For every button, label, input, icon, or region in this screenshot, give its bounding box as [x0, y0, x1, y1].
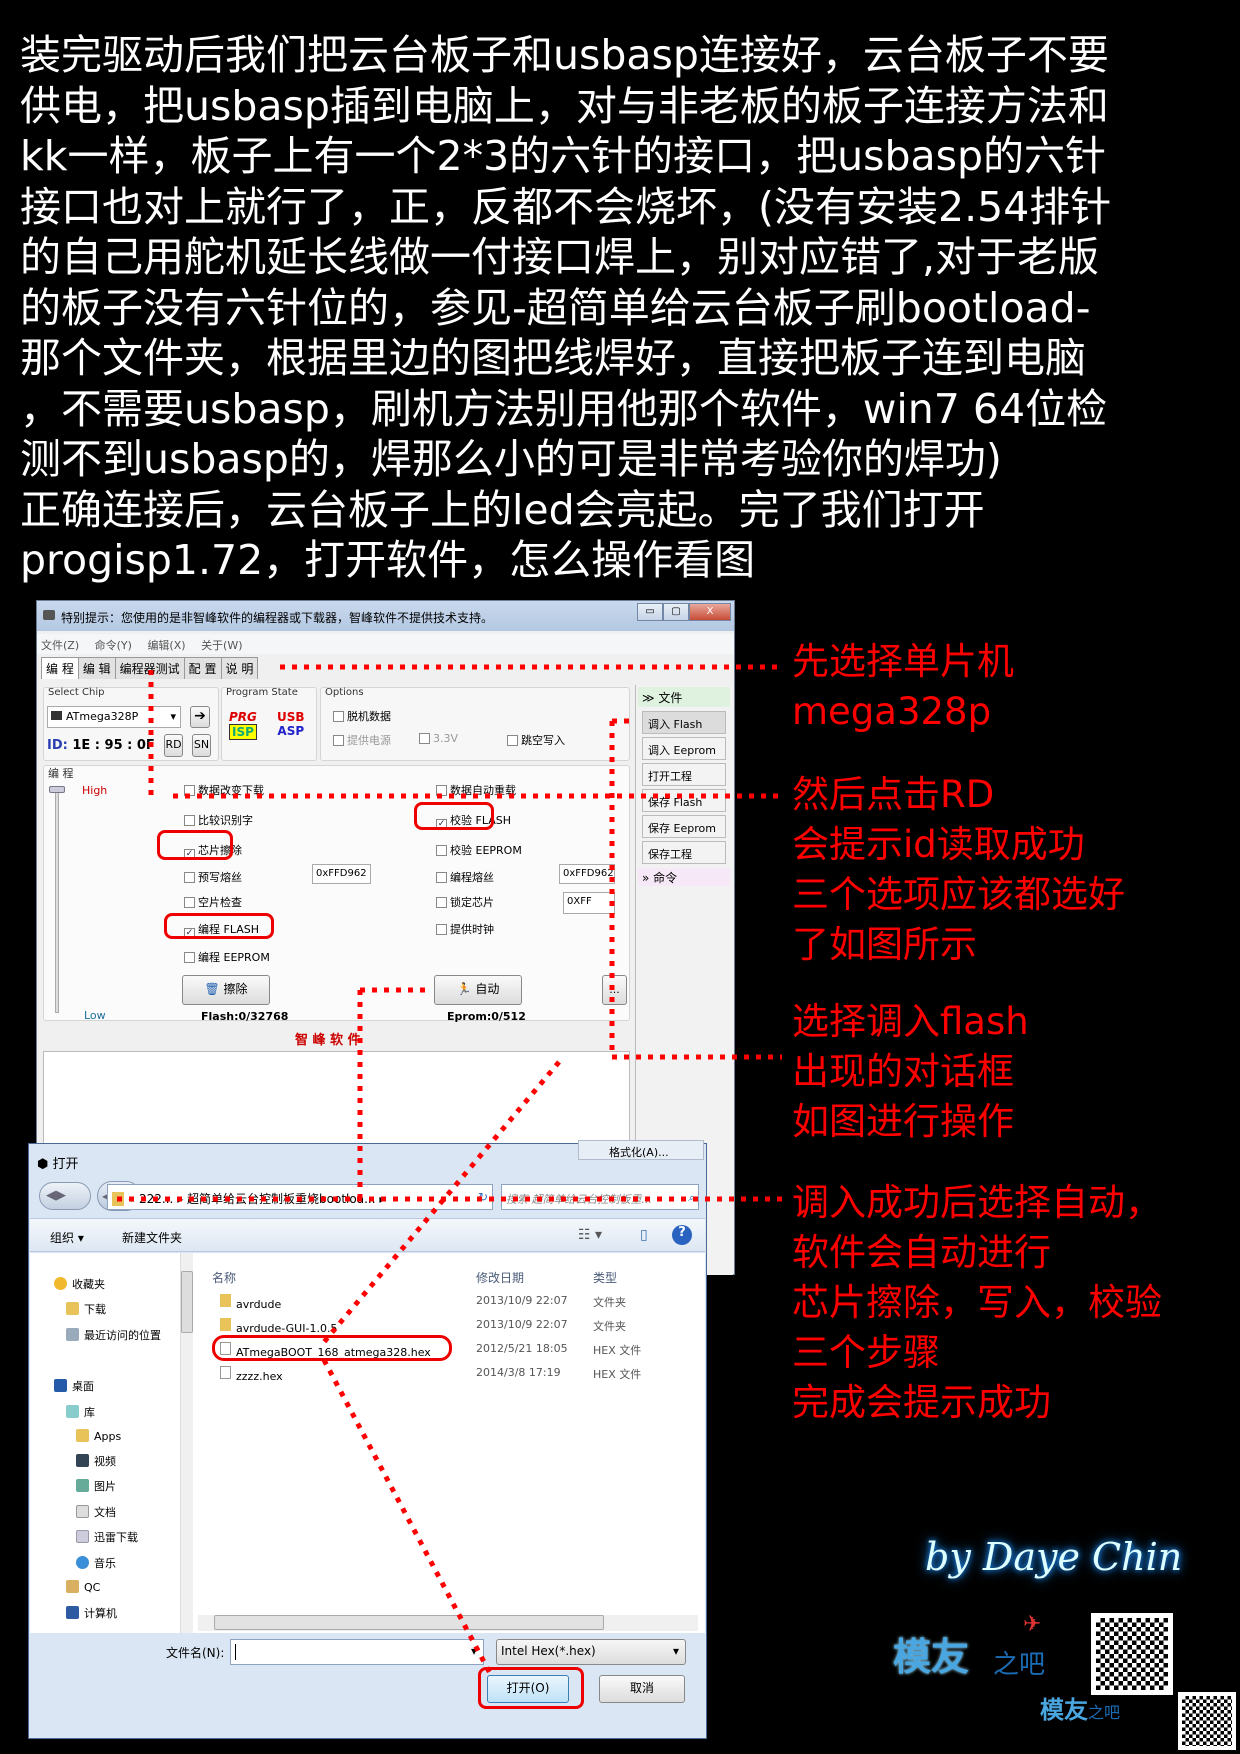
connector-diagonal-open — [321, 1358, 495, 1679]
moz8-logo-small: 模友之吧 — [1040, 1696, 1121, 1724]
annotation-load-flash: 选择调入flash 出现的对话框 如图进行操作 — [792, 1000, 1029, 1143]
annotation-click-rd: 然后点击RD 会提示id读取成功 三个选项应该都选好 了如图所示 — [792, 773, 1125, 966]
moz8-logo: 模友 之吧 ✈ — [893, 1612, 1046, 1680]
qr-code-small — [1178, 1692, 1236, 1750]
airplane-icon: ✈ — [1023, 1612, 1042, 1637]
connector-diagonal-file — [322, 1060, 561, 1344]
annotation-auto: 调入成功后选择自动， 软件会自动进行 芯片擦除，写入，校验 三个步骤 完成会提示成功 — [792, 1181, 1162, 1424]
qr-code-large — [1091, 1613, 1173, 1695]
signature: by Daye Chin — [925, 1535, 1183, 1579]
annotation-select-chip: 先选择单片机 mega328p — [792, 640, 1014, 733]
